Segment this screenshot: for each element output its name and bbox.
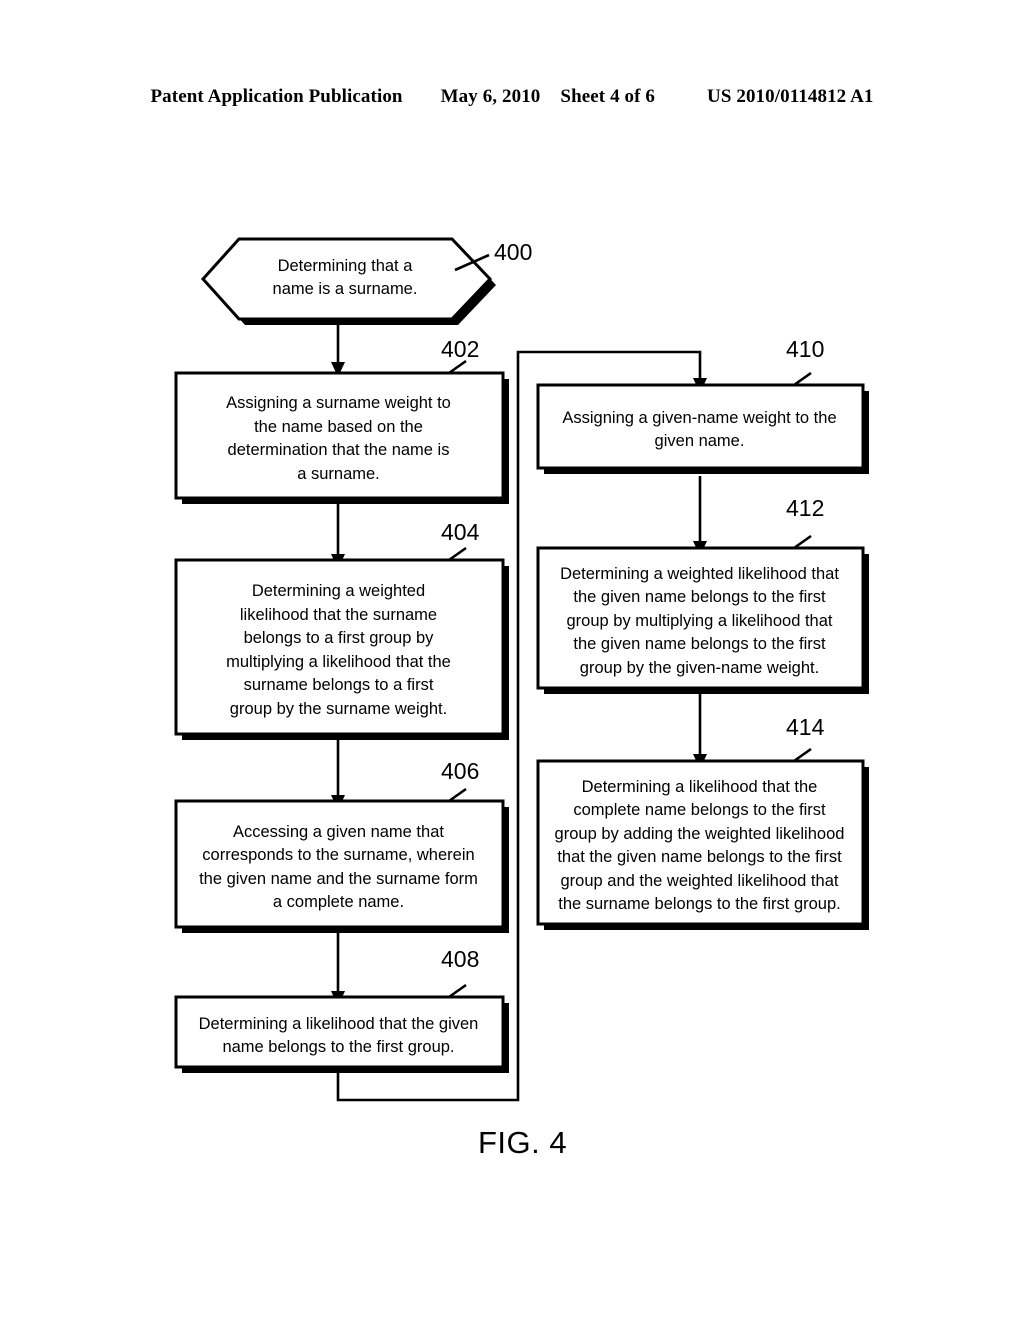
node-shape-412 (536, 546, 865, 690)
node-shape-408 (174, 995, 505, 1069)
leader-412 (793, 534, 812, 550)
node-shape-404 (174, 558, 505, 736)
flowchart-svg (174, 237, 869, 1102)
node-shape-402 (174, 371, 505, 500)
node-shape-414 (536, 759, 865, 926)
node-shape-400 (200, 237, 493, 321)
leader-406 (448, 787, 467, 803)
leader-410 (793, 371, 812, 387)
leader-408 (448, 983, 467, 999)
node-outlines (174, 237, 865, 1069)
leader-404 (448, 546, 467, 562)
node-shape-406 (174, 799, 505, 929)
leader-414 (793, 747, 812, 763)
leader-402 (448, 359, 467, 375)
node-shape-410 (536, 383, 865, 470)
figure-caption: FIG. 4 (478, 1125, 568, 1160)
flowchart-figure: Determining that a name is a surname. As… (0, 0, 1024, 1320)
